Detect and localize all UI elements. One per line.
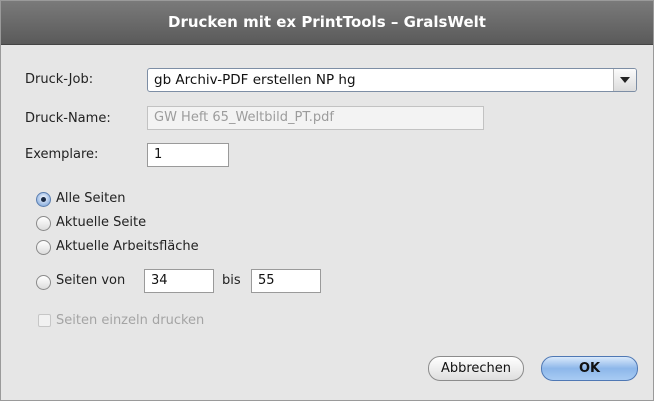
print-job-value: gb Archiv-PDF erstellen NP hg bbox=[154, 72, 356, 88]
dialog-title: Drucken mit ex PrintTools – GralsWelt bbox=[1, 1, 653, 45]
radio-all-pages-label[interactable]: Alle Seiten bbox=[56, 191, 125, 206]
radio-current-page-label[interactable]: Aktuelle Seite bbox=[56, 215, 146, 230]
print-name-label: Druck-Name: bbox=[25, 111, 111, 126]
print-dialog: Drucken mit ex PrintTools – GralsWelt Dr… bbox=[0, 0, 654, 401]
copies-label: Exemplare: bbox=[25, 147, 99, 162]
single-pages-label: Seiten einzeln drucken bbox=[56, 313, 205, 328]
cancel-button[interactable]: Abbrechen bbox=[428, 356, 524, 381]
print-job-label: Druck-Job: bbox=[25, 72, 94, 87]
radio-page-range-label[interactable]: Seiten von bbox=[56, 273, 125, 288]
print-job-dropdown[interactable]: gb Archiv-PDF erstellen NP hg bbox=[147, 68, 637, 92]
radio-current-artboard[interactable] bbox=[36, 240, 51, 255]
radio-page-range[interactable] bbox=[36, 275, 51, 290]
chevron-down-icon[interactable] bbox=[613, 69, 636, 91]
single-pages-checkbox bbox=[38, 314, 51, 327]
print-name-field: GW Heft 65_Weltbild_PT.pdf bbox=[147, 106, 484, 130]
page-to-label: bis bbox=[222, 273, 241, 288]
radio-current-artboard-label[interactable]: Aktuelle Arbeitsfläche bbox=[56, 239, 199, 254]
page-from-field[interactable]: 34 bbox=[144, 269, 214, 293]
radio-all-pages[interactable] bbox=[36, 192, 51, 207]
page-to-field[interactable]: 55 bbox=[251, 269, 321, 293]
radio-current-page[interactable] bbox=[36, 216, 51, 231]
copies-field[interactable]: 1 bbox=[147, 143, 229, 167]
ok-button[interactable]: OK bbox=[541, 356, 638, 381]
